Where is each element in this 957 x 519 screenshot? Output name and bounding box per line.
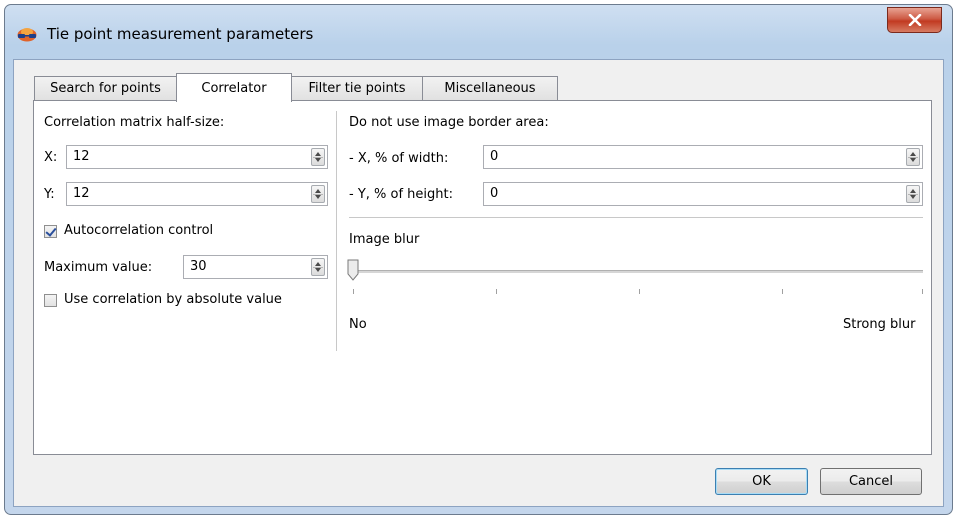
border-y-spinbox[interactable]: 0 [483,182,923,206]
spin-down-icon [910,158,916,162]
matrix-half-size-label: Correlation matrix half-size: [44,115,225,130]
image-blur-label: Image blur [349,232,420,247]
blur-max-label: Strong blur [843,317,916,332]
slider-tick [496,289,497,294]
window-title: Tie point measurement parameters [47,25,314,43]
tab-miscellaneous[interactable]: Miscellaneous [422,76,558,100]
spin-up-icon [315,152,321,156]
spin-up-icon [315,189,321,193]
spin-down-icon [315,158,321,162]
x-label: X: [44,150,58,165]
correlator-panel: Correlation matrix half-size: X: 12 Y: 1… [33,100,932,455]
slider-tick [639,289,640,294]
ok-button[interactable]: OK [715,468,808,495]
absolute-value-label[interactable]: Use correlation by absolute value [64,292,282,307]
cancel-button[interactable]: Cancel [820,468,922,495]
y-value: 12 [73,186,90,201]
autocorrelation-label[interactable]: Autocorrelation control [64,223,213,238]
x-spin-arrows[interactable] [311,148,325,166]
close-button[interactable] [887,7,942,33]
y-label: Y: [44,187,55,202]
autocorrelation-checkbox[interactable] [44,225,57,238]
slider-tick [353,289,354,294]
border-area-label: Do not use image border area: [349,115,549,130]
border-y-value: 0 [490,186,499,201]
blur-min-label: No [349,317,367,332]
title-bar[interactable]: Tie point measurement parameters [5,5,952,59]
app-logo-icon [17,28,37,42]
absolute-value-checkbox[interactable] [44,294,57,307]
x-value: 12 [73,149,90,164]
border-x-spin-arrows[interactable] [906,148,920,166]
border-x-value: 0 [490,149,499,164]
maximum-value-label: Maximum value: [44,260,153,275]
spin-down-icon [315,195,321,199]
slider-tick [922,289,923,294]
spin-up-icon [910,152,916,156]
tab-filter-tie-points[interactable]: Filter tie points [291,76,423,100]
dialog-client-area: Search for points Correlator Filter tie … [13,59,944,507]
border-x-spinbox[interactable]: 0 [483,145,923,169]
spin-down-icon [910,195,916,199]
maximum-value-spinbox[interactable]: 30 [183,255,328,279]
slider-tick [782,289,783,294]
blur-slider-track[interactable] [349,270,923,273]
column-divider [336,111,337,351]
y-spin-arrows[interactable] [311,185,325,203]
section-divider [349,217,923,218]
spin-up-icon [910,189,916,193]
border-y-label: - Y, % of height: [349,187,453,202]
border-y-spin-arrows[interactable] [906,185,920,203]
tab-search-for-points[interactable]: Search for points [34,76,177,100]
y-spinbox[interactable]: 12 [66,182,328,206]
close-icon [908,14,921,26]
spin-up-icon [315,262,321,266]
maximum-spin-arrows[interactable] [311,258,325,276]
tab-correlator[interactable]: Correlator [176,73,292,102]
border-x-label: - X, % of width: [349,151,449,166]
x-spinbox[interactable]: 12 [66,145,328,169]
spin-down-icon [315,268,321,272]
dialog-window: Tie point measurement parameters Search … [4,4,953,515]
maximum-value: 30 [190,259,207,274]
blur-slider-handle[interactable] [347,259,359,281]
